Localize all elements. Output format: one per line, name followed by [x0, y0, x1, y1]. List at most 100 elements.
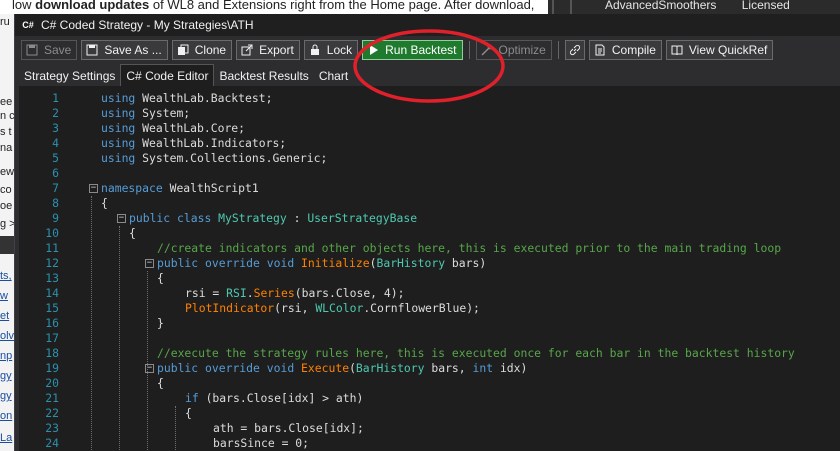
background-text-fragment: on: [0, 410, 13, 422]
code-line: 5 using System.Collections.Generic;: [19, 151, 840, 166]
code-line: 13 {: [19, 271, 840, 286]
tab-chart[interactable]: Chart: [313, 66, 354, 86]
indent-guide: [147, 271, 148, 451]
csharp-icon: C#: [22, 20, 34, 30]
link-icon: [569, 44, 581, 56]
line-number: 22: [45, 406, 59, 420]
code-line: 18 //execute the strategy rules here, thi…: [19, 346, 840, 361]
line-number: 11: [45, 241, 59, 255]
save-button[interactable]: Save: [21, 40, 78, 60]
code-line: 10 {: [19, 226, 840, 241]
floppy-disk-icon: [86, 44, 98, 56]
window-titlebar: C# C# Coded Strategy - My Strategies\ATH: [15, 14, 840, 36]
code-text: using WealthLab.Backtest;: [101, 91, 273, 105]
code-line: 8{: [19, 196, 840, 211]
background-text-fragment: oe: [0, 200, 13, 212]
code-line: 11 //create indicators and other objects …: [19, 241, 840, 256]
indent-guide: [119, 226, 120, 451]
code-text: {: [157, 271, 164, 285]
background-text-fragment: w: [0, 290, 8, 302]
code-line: 2 using System;: [19, 106, 840, 121]
run-backtest-button[interactable]: Run Backtest: [362, 40, 463, 60]
indent-guide: [91, 196, 92, 451]
line-number: 9: [52, 211, 59, 225]
line-number: 5: [52, 151, 59, 165]
code-line: 19− public override void Execute(BarHisto…: [19, 361, 840, 376]
code-text: if (bars.Close[idx] > ath): [185, 391, 364, 405]
lock-icon: [309, 44, 321, 56]
view-quickref-button[interactable]: View QuickRef: [665, 40, 774, 60]
code-text: //execute the strategy rules here, this …: [157, 346, 795, 360]
lock-button[interactable]: Lock: [303, 40, 359, 60]
code-text: ath = bars.Close[idx];: [213, 421, 364, 435]
link-button[interactable]: [564, 40, 585, 60]
tab-backtest-results[interactable]: Backtest Results: [214, 66, 314, 86]
background-text-fragment: ts,: [0, 270, 12, 282]
line-number: 2: [52, 106, 59, 120]
code-line: 23 ath = bars.Close[idx];: [19, 421, 840, 436]
code-text: using System.Collections.Generic;: [101, 151, 328, 165]
fold-toggle-icon[interactable]: −: [89, 184, 98, 193]
book-icon: [671, 44, 683, 56]
background-text-fragment: La: [0, 432, 13, 444]
toolbar: Save Save As ... Clone Export Lock Run B…: [21, 39, 777, 61]
background-text-fragment: et: [0, 310, 10, 322]
play-icon: [367, 44, 379, 56]
line-number: 8: [52, 196, 59, 210]
tab-csharp-code-editor[interactable]: C# Code Editor: [120, 64, 215, 86]
line-number: 16: [45, 316, 59, 330]
code-text: {: [101, 196, 108, 210]
optimize-button[interactable]: Optimize: [475, 40, 552, 60]
code-editor[interactable]: 1 using WealthLab.Backtest; 2 using System;…: [19, 86, 840, 451]
background-text-fragment: n c: [0, 110, 14, 122]
code-line: 15 PlotIndicator(rsi, WLColor.CornflowerB…: [19, 301, 840, 316]
line-number: 15: [45, 301, 59, 315]
coded-strategy-window: C# C# Coded Strategy - My Strategies\ATH…: [14, 14, 840, 451]
code-text: }: [157, 316, 164, 330]
tab-strategy-settings[interactable]: Strategy Settings: [19, 66, 121, 86]
compile-button[interactable]: Compile: [588, 40, 662, 60]
code-text: {: [157, 376, 164, 390]
copy-icon: [177, 44, 189, 56]
background-extension-row: AdvancedSmoothers Licensed: [605, 0, 790, 12]
code-text: rsi = RSI.Series(bars.Close, 4);: [185, 286, 405, 300]
line-number: 18: [45, 346, 59, 360]
line-number: 13: [45, 271, 59, 285]
fold-toggle-icon[interactable]: −: [145, 259, 154, 268]
line-number: 24: [45, 436, 59, 450]
floppy-disk-icon: [26, 44, 38, 56]
code-text: using System;: [101, 106, 191, 120]
code-line: 4 using WealthLab.Indicators;: [19, 136, 840, 151]
export-icon: [241, 44, 253, 56]
code-line: 1 using WealthLab.Backtest;: [19, 91, 840, 106]
clone-button[interactable]: Clone: [171, 40, 233, 60]
wand-icon: [480, 44, 493, 56]
window-title: C# Coded Strategy - My Strategies\ATH: [41, 18, 254, 32]
code-line: 14 rsi = RSI.Series(bars.Close, 4);: [19, 286, 840, 301]
code-text: PlotIndicator(rsi, WLColor.CornflowerBlu…: [185, 301, 480, 315]
code-text: public override void Initialize(BarHisto…: [157, 256, 487, 270]
background-scrollbar: [570, 0, 572, 14]
line-number: 19: [45, 361, 59, 375]
code-line: 17: [19, 331, 840, 346]
background-text-fragment: g >: [0, 218, 14, 230]
code-text: barsSince = 0;: [213, 436, 310, 450]
fold-toggle-icon[interactable]: −: [117, 214, 126, 223]
line-number: 3: [52, 121, 59, 135]
line-number: 10: [45, 226, 59, 240]
editor-tabs: Strategy Settings C# Code Editor Backtes…: [19, 64, 354, 86]
line-number: 17: [45, 331, 59, 345]
background-top-text: low download updates of WL8 and Extensio…: [12, 0, 535, 12]
line-number: 1: [52, 91, 59, 105]
code-text: using WealthLab.Indicators;: [101, 136, 287, 150]
code-line: 3 using WealthLab.Core;: [19, 121, 840, 136]
line-number: 4: [52, 136, 59, 150]
code-line: 22 {: [19, 406, 840, 421]
save-as-button[interactable]: Save As ...: [81, 40, 168, 60]
code-line: 7 − namespace WealthScript1: [19, 181, 840, 196]
export-button[interactable]: Export: [236, 40, 300, 60]
background-text-fragment: co: [0, 184, 12, 196]
code-line: 16}: [19, 316, 840, 331]
line-number: 20: [45, 376, 59, 390]
background-text-fragment: gy: [0, 390, 12, 402]
